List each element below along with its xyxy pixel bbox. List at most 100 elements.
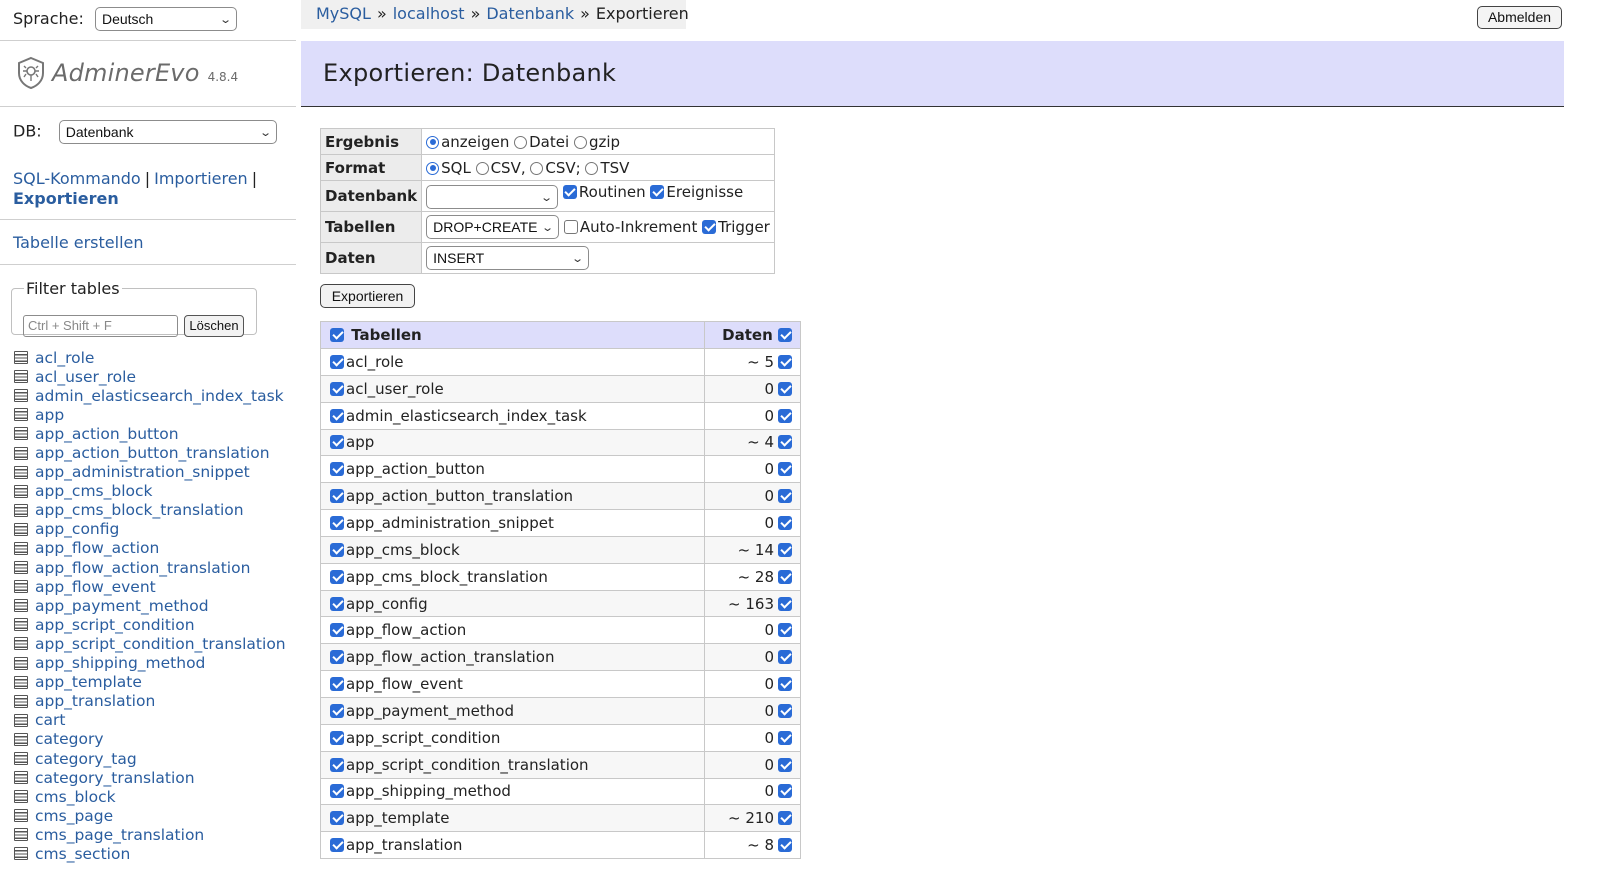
table-icon[interactable] [14, 847, 28, 861]
table-checkbox[interactable] [330, 381, 344, 396]
sidebar-table-link[interactable]: category_translation [35, 769, 195, 787]
sidebar-table-item[interactable]: category [14, 730, 296, 749]
table-icon[interactable] [14, 752, 28, 766]
data-checkbox[interactable] [778, 569, 792, 584]
data-checkbox[interactable] [778, 730, 792, 745]
radio-csv-semicolon[interactable]: CSV; [530, 159, 581, 177]
tabellen-select[interactable]: DROP+CREATE ⌄ [426, 215, 560, 239]
table-checkbox[interactable] [330, 838, 344, 853]
sidebar-table-item[interactable]: acl_user_role [14, 367, 296, 386]
sidebar-table-item[interactable]: cms_block [14, 787, 296, 806]
data-checkbox[interactable] [778, 354, 792, 369]
radio-csv-comma[interactable]: CSV, [475, 159, 526, 177]
table-icon[interactable] [14, 503, 28, 517]
sidebar-table-item[interactable]: app_config [14, 520, 296, 539]
data-checkbox[interactable] [778, 596, 792, 611]
table-checkbox[interactable] [330, 408, 344, 423]
export-button[interactable]: Exportieren [320, 284, 415, 308]
datenbank-select[interactable]: ⌄ [426, 185, 559, 209]
sidebar-table-link[interactable]: category [35, 730, 104, 748]
table-icon[interactable] [14, 694, 28, 708]
sidebar-table-item[interactable]: app_action_button_translation [14, 443, 296, 462]
table-icon[interactable] [14, 790, 28, 804]
sidebar-table-link[interactable]: cart [35, 711, 65, 729]
db-select[interactable]: Datenbank ⌄ [58, 120, 277, 144]
sidebar-table-item[interactable]: app_action_button [14, 424, 296, 443]
sidebar-table-item[interactable]: admin_elasticsearch_index_task [14, 386, 296, 405]
data-checkbox[interactable] [778, 542, 792, 557]
table-icon[interactable] [14, 522, 28, 536]
sidebar-table-link[interactable]: category_tag [35, 750, 137, 768]
checkbox-trigger[interactable]: Trigger [702, 218, 770, 236]
sidebar-table-item[interactable]: app [14, 405, 296, 424]
table-icon[interactable] [14, 828, 28, 842]
sidebar-table-link[interactable]: app_action_button_translation [35, 444, 270, 462]
sidebar-table-link[interactable]: app_cms_block_translation [35, 501, 244, 519]
sidebar-table-item[interactable]: cms_section [14, 844, 296, 863]
breadcrumb-database[interactable]: Datenbank [486, 4, 574, 23]
sidebar-table-link[interactable]: app_template [35, 673, 142, 691]
sidebar-table-item[interactable]: app_flow_action [14, 539, 296, 558]
sidebar-table-item[interactable]: category_tag [14, 749, 296, 768]
data-checkbox[interactable] [778, 435, 792, 450]
sidebar-table-link[interactable]: app_script_condition_translation [35, 635, 286, 653]
language-select[interactable]: Deutsch ⌄ [94, 7, 237, 31]
sidebar-table-item[interactable]: cms_page [14, 806, 296, 825]
data-checkbox[interactable] [778, 515, 792, 530]
sql-command-link[interactable]: SQL-Kommando [13, 169, 141, 188]
sidebar-table-link[interactable]: cms_block [35, 788, 116, 806]
sidebar-table-item[interactable]: app_cms_block [14, 482, 296, 501]
table-checkbox[interactable] [330, 354, 344, 369]
sidebar-table-link[interactable]: cms_page [35, 807, 113, 825]
sidebar-table-item[interactable]: app_administration_snippet [14, 463, 296, 482]
radio-datei[interactable]: Datei [514, 133, 569, 151]
sidebar-table-item[interactable]: app_flow_event [14, 577, 296, 596]
data-checkbox[interactable] [778, 489, 792, 504]
sidebar-table-item[interactable]: category_translation [14, 768, 296, 787]
table-checkbox[interactable] [330, 757, 344, 772]
data-checkbox[interactable] [778, 703, 792, 718]
table-icon[interactable] [14, 637, 28, 651]
sidebar-table-link[interactable]: app_script_condition [35, 616, 195, 634]
sidebar-table-link[interactable]: admin_elasticsearch_index_task [35, 387, 284, 405]
sidebar-table-item[interactable]: app_script_condition [14, 615, 296, 634]
sidebar-table-link[interactable]: app_flow_event [35, 578, 156, 596]
sidebar-table-item[interactable]: acl_role [14, 348, 296, 367]
sidebar-table-link[interactable]: app_action_button [35, 425, 179, 443]
data-checkbox[interactable] [778, 757, 792, 772]
radio-gzip[interactable]: gzip [573, 133, 620, 151]
sidebar-table-link[interactable]: cms_section [35, 845, 130, 863]
table-icon[interactable] [14, 656, 28, 670]
table-icon[interactable] [14, 446, 28, 460]
table-icon[interactable] [14, 408, 28, 422]
table-checkbox[interactable] [330, 596, 344, 611]
table-icon[interactable] [14, 484, 28, 498]
sidebar-table-link[interactable]: acl_role [35, 349, 94, 367]
sidebar-table-item[interactable]: app_shipping_method [14, 654, 296, 673]
sidebar-table-item[interactable]: cart [14, 711, 296, 730]
data-checkbox[interactable] [778, 677, 792, 692]
sidebar-table-link[interactable]: app_flow_action_translation [35, 559, 250, 577]
sidebar-table-link[interactable]: app_shipping_method [35, 654, 205, 672]
checkbox-ereignisse[interactable]: Ereignisse [650, 183, 743, 201]
table-checkbox[interactable] [330, 811, 344, 826]
data-checkbox[interactable] [778, 838, 792, 853]
sidebar-table-item[interactable]: app_template [14, 673, 296, 692]
sidebar-table-item[interactable]: app_script_condition_translation [14, 634, 296, 653]
table-checkbox[interactable] [330, 569, 344, 584]
table-checkbox[interactable] [330, 677, 344, 692]
create-table-link[interactable]: Tabelle erstellen [13, 233, 144, 252]
table-checkbox[interactable] [330, 489, 344, 504]
sidebar-table-link[interactable]: app_flow_action [35, 539, 159, 557]
logout-button[interactable]: Abmelden [1477, 6, 1562, 29]
table-icon[interactable] [14, 389, 28, 403]
select-all-data-checkbox[interactable] [778, 328, 792, 342]
table-checkbox[interactable] [330, 703, 344, 718]
breadcrumb-localhost[interactable]: localhost [393, 4, 465, 23]
table-icon[interactable] [14, 465, 28, 479]
table-checkbox[interactable] [330, 650, 344, 665]
sidebar-table-link[interactable]: app_translation [35, 692, 155, 710]
sidebar-table-item[interactable]: app_cms_block_translation [14, 501, 296, 520]
table-checkbox[interactable] [330, 435, 344, 450]
sidebar-table-link[interactable]: cms_page_translation [35, 826, 204, 844]
